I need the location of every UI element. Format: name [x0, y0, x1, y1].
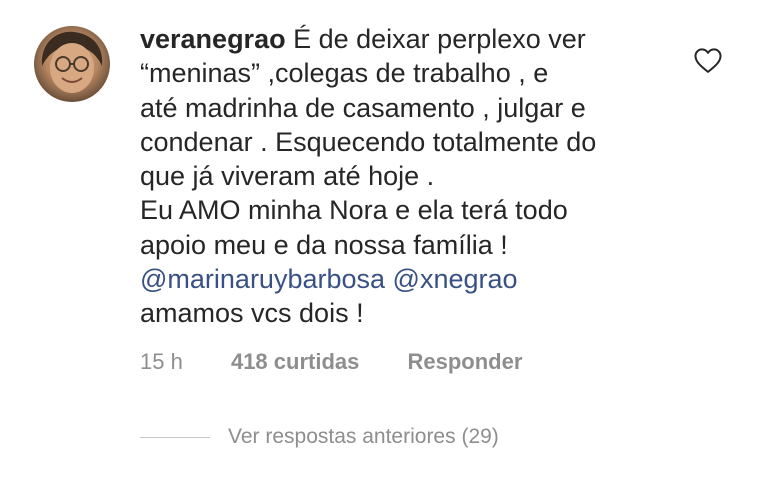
reply-button[interactable]: Responder [407, 349, 522, 375]
mention-link[interactable]: @marinaruybarbosa [140, 264, 385, 294]
heart-icon[interactable] [693, 46, 723, 74]
comment-meta: 15 h 418 curtidas Responder [140, 349, 522, 375]
comment-text-line: até madrinha de casamento , julgar e [140, 92, 586, 123]
profile-avatar[interactable] [34, 26, 110, 102]
mention-link[interactable]: @xnegrao [393, 264, 518, 294]
view-replies-button[interactable]: Ver respostas anteriores (29) [140, 424, 499, 450]
comment-text-line: Eu AMO minha Nora e ela terá todo [140, 195, 568, 226]
mentions-line: @marinaruybarbosa @xnegrao [140, 262, 660, 296]
comment: veranegrao É de deixar perplexo ver “men… [0, 0, 768, 479]
comment-text-line: que já viveram até hoje . [140, 161, 435, 192]
comment-closing-line: amamos vcs dois ! [140, 298, 364, 329]
comment-text-line: apoio meu e da nossa família ! [140, 229, 508, 260]
avatar-photo [41, 31, 103, 93]
view-replies-label: Ver respostas anteriores (29) [228, 425, 499, 448]
replies-divider [140, 436, 210, 438]
comment-text-line: condenar . Esquecendo totalmente do [140, 126, 597, 157]
likes-count[interactable]: 418 curtidas [231, 349, 359, 375]
comment-username[interactable]: veranegrao [140, 24, 286, 54]
comment-timestamp[interactable]: 15 h [140, 349, 183, 375]
comment-line: veranegrao É de deixar perplexo ver [140, 22, 660, 56]
comment-text-line: “meninas” ,colegas de trabalho , e [140, 58, 549, 89]
comment-text-line: É de deixar perplexo ver [293, 24, 586, 54]
comment-text: veranegrao É de deixar perplexo ver “men… [140, 22, 660, 331]
